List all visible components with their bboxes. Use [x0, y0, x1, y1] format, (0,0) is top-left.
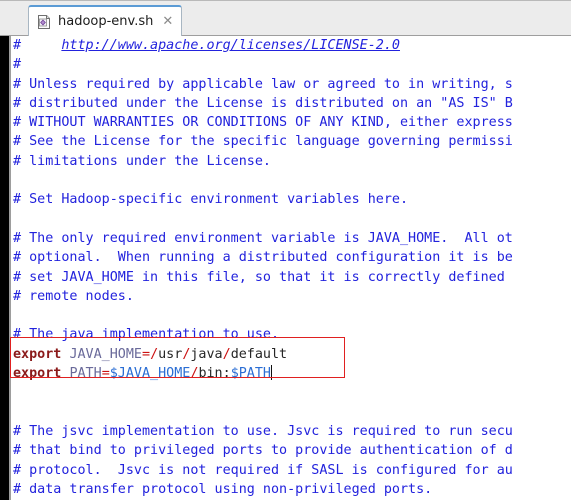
tab-bar: hadoop-env.sh ✕	[0, 0, 571, 37]
text-cursor	[271, 365, 272, 381]
code-line: # The only required environment variable…	[13, 229, 571, 248]
code-token-plain: usr	[158, 346, 183, 362]
code-token-ident: PATH	[69, 366, 102, 382]
code-token-op: /	[150, 346, 159, 362]
code-line: # The jsvc implementation to use. Jsvc i…	[13, 422, 571, 441]
code-token-comment: #	[13, 38, 22, 53]
code-line: # Set Hadoop-specific environment variab…	[13, 190, 571, 209]
code-token-var: $JAVA_HOME	[109, 366, 191, 382]
code-token-op: =	[142, 346, 151, 362]
code-token-comment: #	[13, 57, 22, 73]
code-token-link[interactable]: http://www.apache.org/licenses/LICENSE-2…	[61, 38, 400, 53]
code-token-plain: default	[230, 346, 288, 362]
code-token-ident: JAVA_HOME	[69, 346, 142, 362]
code-line: # protocol. Jsvc is not required if SASL…	[13, 461, 571, 480]
code-line: # data transfer protocol using non-privi…	[13, 480, 571, 499]
code-line: # that bind to privileged ports to provi…	[13, 441, 571, 460]
code-line: # distributed under the License is distr…	[13, 94, 571, 113]
code-token-kw: export	[13, 366, 62, 382]
code-token-comment: # See the License for the specific langu…	[13, 134, 513, 150]
code-token-op: =	[101, 366, 110, 382]
code-token-comment: # Unless required by applicable law or a…	[13, 76, 513, 92]
code-token-comment	[21, 38, 61, 53]
code-token-comment: # protocol. Jsvc is not required if SASL…	[13, 462, 513, 478]
editor-window: hadoop-env.sh ✕ # http://www.apache.org/…	[0, 0, 571, 500]
code-token-comment: # WITHOUT WARRANTIES OR CONDITIONS OF AN…	[13, 115, 513, 131]
code-line: export PATH=$JAVA_HOME/bin:$PATH	[13, 364, 571, 383]
code-token-comment: # Set Hadoop-specific environment variab…	[13, 192, 409, 208]
code-token-comment: # distributed under the License is distr…	[13, 95, 513, 111]
code-token-comment: # The java implementation to use.	[13, 327, 280, 343]
code-line: # See the License for the specific langu…	[13, 132, 571, 151]
code-token-plain: bin	[198, 366, 223, 382]
code-token-comment: # limitations under the License.	[13, 153, 271, 169]
code-line: # remote nodes.	[13, 287, 571, 306]
code-text[interactable]: # http://www.apache.org/licenses/LICENSE…	[13, 36, 571, 500]
tab-hadoop-env-sh[interactable]: hadoop-env.sh ✕	[28, 5, 183, 37]
code-line: # limitations under the License.	[13, 152, 571, 171]
tab-label: hadoop-env.sh	[58, 14, 154, 29]
code-line: # WITHOUT WARRANTIES OR CONDITIONS OF AN…	[13, 113, 571, 132]
code-line: export JAVA_HOME=/usr/java/default	[13, 345, 571, 364]
code-token-comment: # remote nodes.	[13, 288, 134, 304]
code-token-comment: # The jsvc implementation to use. Jsvc i…	[13, 423, 513, 439]
code-line: # Unless required by applicable law or a…	[13, 75, 571, 94]
code-token-comment: # set JAVA_HOME in this file, so that it…	[13, 269, 513, 285]
editor-area[interactable]: # http://www.apache.org/licenses/LICENSE…	[0, 36, 571, 500]
code-token-comment: # optional. When running a distributed c…	[13, 250, 513, 266]
close-icon[interactable]: ✕	[162, 14, 173, 30]
code-line: # optional. When running a distributed c…	[13, 248, 571, 267]
code-line: # http://www.apache.org/licenses/LICENSE…	[13, 36, 571, 55]
code-token-comment: # data transfer protocol using non-privi…	[13, 481, 433, 497]
file-document-icon	[36, 14, 52, 30]
code-token-plain: :	[222, 366, 231, 382]
gutter-divider	[9, 36, 11, 500]
code-token-kw: export	[13, 346, 62, 362]
code-token-comment: # that bind to privileged ports to provi…	[13, 443, 513, 459]
gutter-strip	[0, 36, 9, 500]
code-line: # set JAVA_HOME in this file, so that it…	[13, 268, 571, 287]
code-token-op: /	[222, 346, 231, 362]
code-token-comment: # The only required environment variable…	[13, 230, 513, 246]
code-token-var: $PATH	[230, 366, 271, 382]
code-line: #	[13, 55, 571, 74]
code-token-plain: java	[190, 346, 223, 362]
code-line: # The java implementation to use.	[13, 325, 571, 344]
